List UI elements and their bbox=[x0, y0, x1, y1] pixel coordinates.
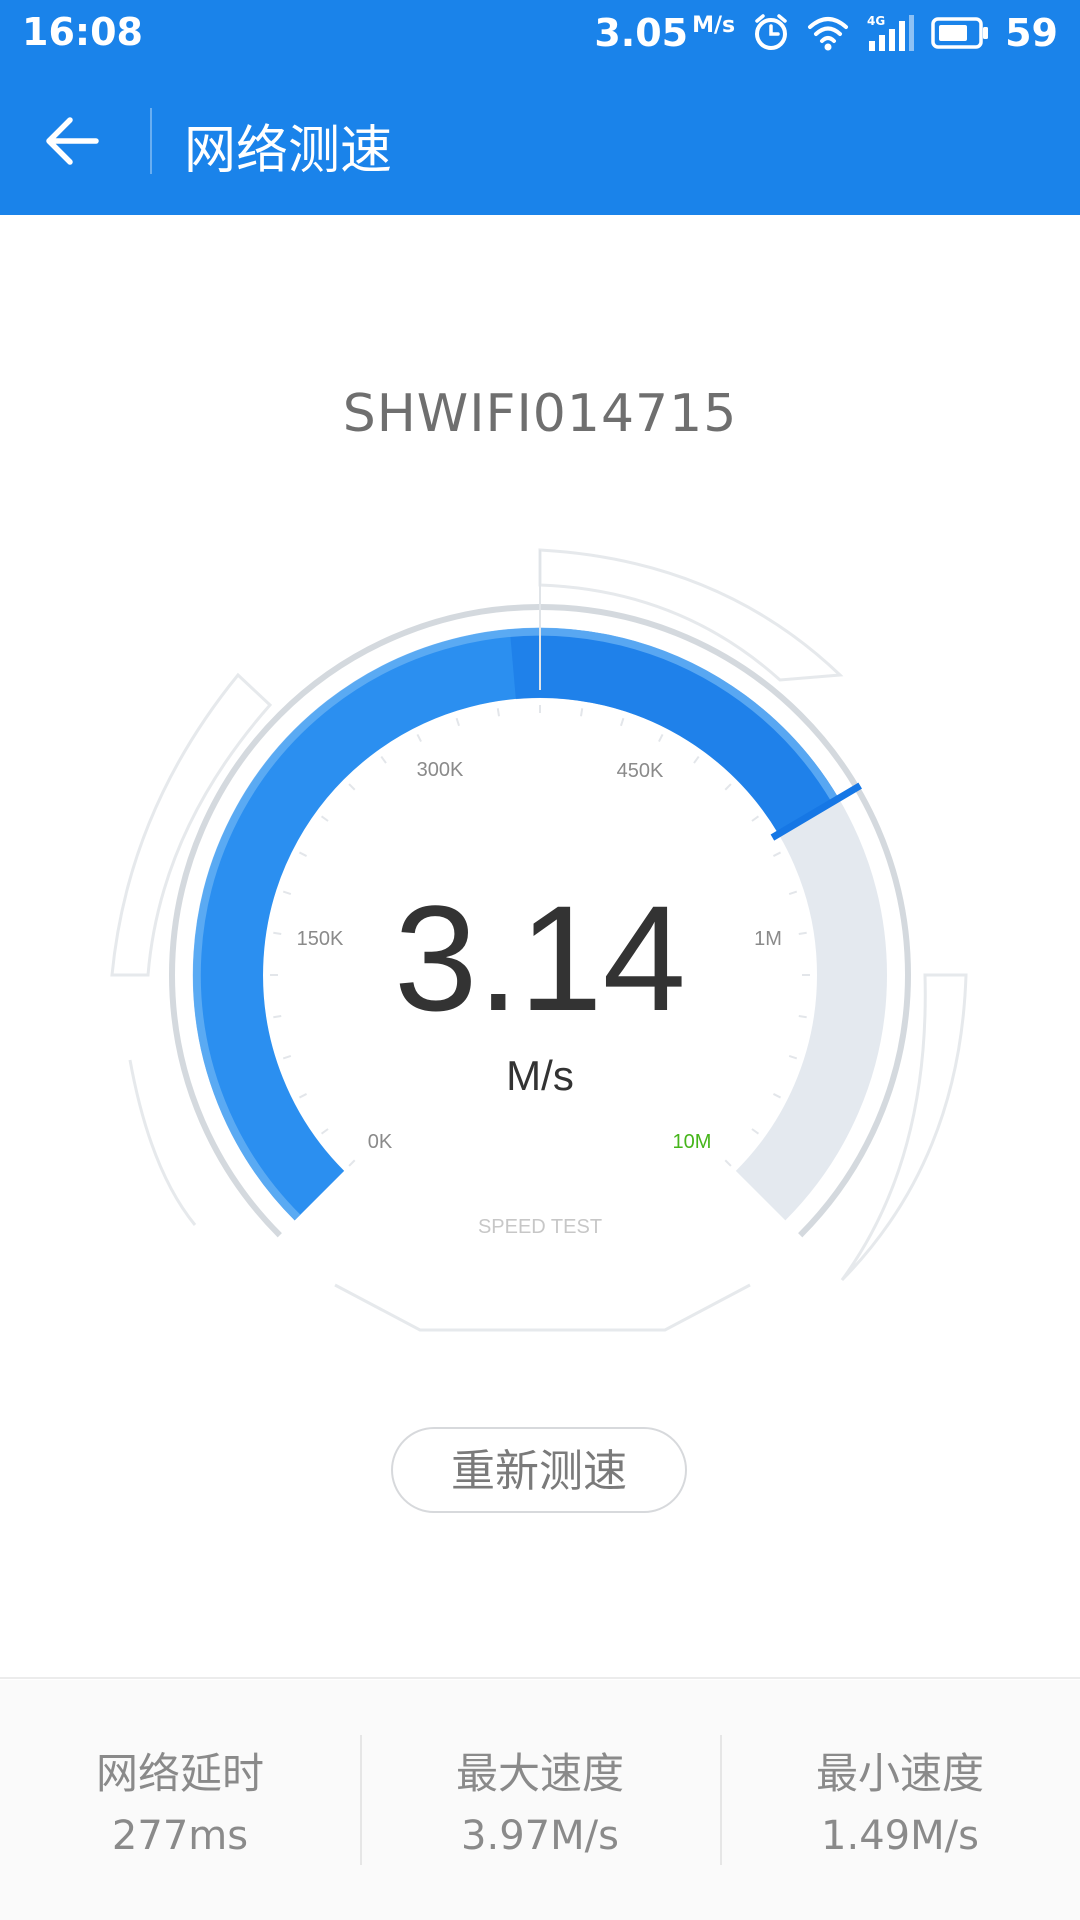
header: 16:08 3.05 M/s 4G 59 网络测速 bbox=[0, 0, 1080, 215]
stat-latency: 网络延时 277ms bbox=[0, 1680, 360, 1920]
gauge-tick bbox=[416, 733, 422, 743]
stats-divider bbox=[0, 1677, 1080, 1679]
gauge-tick bbox=[320, 815, 329, 822]
scale-label-450k: 450K bbox=[617, 760, 664, 782]
stat-latency-value: 277ms bbox=[111, 1813, 249, 1859]
toolbar-divider bbox=[150, 108, 152, 174]
stat-min-speed-value: 1.49M/s bbox=[821, 1813, 979, 1859]
gauge-tick bbox=[455, 717, 460, 727]
gauge-tick bbox=[282, 1055, 292, 1060]
gauge-tick bbox=[282, 890, 292, 895]
gauge-tick bbox=[788, 890, 798, 895]
speed-gauge-graphic: 0K 150K 300K 450K 1M 10M 3.14 M/s SPEED … bbox=[110, 548, 968, 1332]
gauge-tick bbox=[658, 733, 664, 743]
toolbar: 网络测速 bbox=[0, 66, 1080, 215]
status-time: 16:08 bbox=[22, 10, 143, 54]
network-type-label: 4G bbox=[867, 14, 885, 28]
gauge-tick bbox=[496, 708, 501, 717]
scale-label-150k: 150K bbox=[297, 928, 344, 950]
wifi-icon bbox=[807, 15, 849, 51]
scale-label-10m: 10M bbox=[673, 1131, 712, 1153]
scale-label-0k: 0K bbox=[368, 1131, 393, 1153]
network-speed-value: 3.05 bbox=[594, 11, 689, 55]
battery-level: 59 bbox=[1005, 11, 1058, 55]
alarm-icon bbox=[751, 13, 791, 53]
gauge-caption: SPEED TEST bbox=[478, 1216, 602, 1238]
gauge-tick bbox=[798, 931, 807, 936]
stat-min-speed-label: 最小速度 bbox=[815, 1749, 984, 1798]
gauge-tick bbox=[788, 1055, 798, 1060]
gauge-tick bbox=[273, 931, 282, 936]
network-speed-indicator: 3.05 M/s bbox=[594, 11, 735, 55]
gauge-tick bbox=[798, 1014, 807, 1019]
speed-gauge: 0K 150K 300K 450K 1M 10M 3.14 M/s SPEED … bbox=[0, 520, 1080, 1420]
gauge-tick bbox=[751, 815, 760, 822]
stat-min-speed: 最小速度 1.49M/s bbox=[720, 1680, 1080, 1920]
scale-label-300k: 300K bbox=[417, 759, 464, 781]
stat-max-speed: 最大速度 3.97M/s bbox=[360, 1680, 720, 1920]
gauge-tick bbox=[579, 708, 584, 717]
gauge-tick bbox=[724, 783, 732, 791]
gauge-tick bbox=[772, 851, 782, 857]
back-arrow-icon bbox=[46, 117, 99, 165]
gauge-tick bbox=[620, 717, 625, 727]
app-root: 16:08 3.05 M/s 4G 59 网络测速 SHWIFI014715 0… bbox=[0, 0, 1080, 1920]
status-bar: 16:08 3.05 M/s 4G 59 bbox=[0, 0, 1080, 66]
gauge-tick bbox=[724, 1159, 732, 1167]
stat-max-speed-value: 3.97M/s bbox=[461, 1813, 619, 1859]
status-indicators: 3.05 M/s 4G 59 bbox=[594, 8, 1058, 58]
gauge-tick bbox=[380, 755, 387, 764]
stat-max-speed-label: 最大速度 bbox=[455, 1749, 624, 1798]
network-name: SHWIFI014715 bbox=[342, 384, 738, 444]
back-button[interactable] bbox=[38, 106, 108, 176]
gauge-tick bbox=[751, 1128, 760, 1135]
stat-latency-label: 网络延时 bbox=[95, 1749, 264, 1798]
scale-label-1m: 1M bbox=[754, 928, 782, 950]
speed-value: 3.14 bbox=[394, 874, 686, 1042]
gauge-tick bbox=[320, 1128, 329, 1135]
battery-icon bbox=[931, 16, 989, 50]
retest-button[interactable]: 重新测速 bbox=[391, 1427, 687, 1513]
speed-unit: M/s bbox=[506, 1052, 574, 1099]
gauge-tick bbox=[693, 755, 700, 764]
cell-signal-icon: 4G bbox=[865, 13, 915, 53]
network-speed-unit: M/s bbox=[692, 13, 736, 38]
gauge-tick bbox=[273, 1014, 282, 1019]
page-title: 网络测速 bbox=[184, 121, 393, 181]
gauge-tick bbox=[298, 851, 308, 857]
gauge-tick bbox=[348, 783, 356, 791]
stats-panel: 网络延时 277ms 最大速度 3.97M/s 最小速度 1.49M/s bbox=[0, 1680, 1080, 1920]
gauge-tick bbox=[772, 1093, 782, 1099]
gauge-tick bbox=[298, 1093, 308, 1099]
gauge-tick bbox=[348, 1159, 356, 1167]
